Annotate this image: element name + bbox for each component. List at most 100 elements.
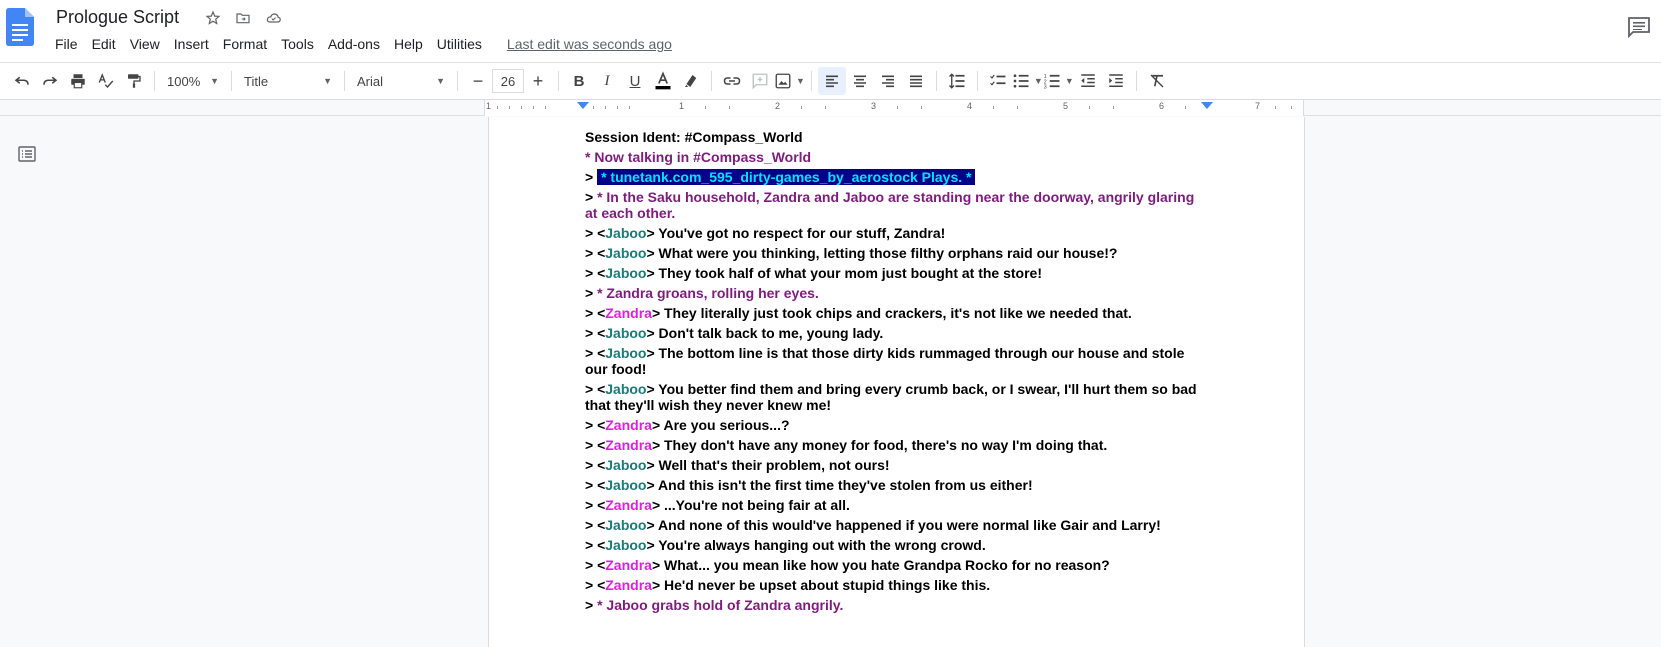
- line-text: > Are you serious...?: [651, 417, 790, 433]
- checklist-icon[interactable]: [984, 67, 1012, 95]
- align-left-icon[interactable]: [817, 67, 846, 95]
- toolbar-divider: [457, 71, 458, 91]
- insert-link-icon[interactable]: [718, 67, 746, 95]
- menu-view[interactable]: View: [123, 34, 167, 54]
- svg-text:3: 3: [1044, 85, 1047, 91]
- line-text: > What were you thinking, letting those …: [646, 245, 1118, 261]
- print-icon[interactable]: [64, 67, 92, 95]
- font-size-input[interactable]: 26: [492, 69, 524, 93]
- menu-utilities[interactable]: Utilities: [430, 34, 489, 54]
- decrease-indent-icon[interactable]: [1074, 67, 1102, 95]
- document-body[interactable]: Session Ident: #Compass_World * Now talki…: [585, 129, 1205, 617]
- toolbar-divider: [810, 71, 812, 91]
- menu-file[interactable]: File: [48, 34, 85, 54]
- line-spacing-icon[interactable]: [943, 67, 971, 95]
- clear-formatting-icon[interactable]: [1143, 67, 1171, 95]
- ruler-tick: [509, 106, 510, 109]
- ruler-tick: [729, 106, 730, 109]
- ruler-tick: [897, 106, 898, 109]
- align-justify-icon[interactable]: [902, 67, 930, 95]
- undo-icon[interactable]: [8, 67, 36, 95]
- speaker-name: Jaboo: [605, 325, 647, 341]
- speaker-name: Zandra: [605, 497, 652, 513]
- script-line: > * Zandra groans, rolling her eyes.: [585, 285, 1205, 301]
- increase-font-size-icon[interactable]: +: [524, 67, 552, 95]
- increase-indent-icon[interactable]: [1102, 67, 1130, 95]
- bold-icon[interactable]: B: [565, 67, 593, 95]
- highlight-color-icon[interactable]: [677, 67, 705, 95]
- line-text: > Don't talk back to me, young lady.: [646, 325, 884, 341]
- chevron-down-icon: ▼: [1064, 76, 1074, 86]
- script-line: > <Jaboo> And none of this would've happ…: [585, 517, 1205, 533]
- line-prefix: > <: [585, 517, 606, 533]
- ruler-tick: [605, 106, 606, 109]
- line-text: * Now talking in #Compass_World: [585, 149, 812, 165]
- ruler-tick: [993, 106, 994, 109]
- zoom-value: 100%: [167, 73, 201, 89]
- ruler-number: 2: [775, 101, 781, 111]
- script-line: Session Ident: #Compass_World: [585, 129, 1205, 145]
- comment-history-icon[interactable]: [1627, 16, 1651, 38]
- line-prefix: > <: [585, 265, 606, 281]
- ruler-tick: [497, 106, 498, 109]
- ruler-number: 1: [486, 101, 492, 111]
- right-indent-marker-icon[interactable]: [1201, 102, 1213, 109]
- last-edit-link[interactable]: Last edit was seconds ago: [507, 34, 672, 54]
- italic-icon[interactable]: I: [593, 67, 621, 95]
- document-outline-icon[interactable]: [18, 146, 36, 162]
- align-center-icon[interactable]: [846, 67, 874, 95]
- font-select[interactable]: Arial ▼: [351, 67, 451, 95]
- left-indent-marker-icon[interactable]: [577, 102, 589, 109]
- menu-help[interactable]: Help: [387, 34, 430, 54]
- line-prefix: > <: [585, 537, 606, 553]
- script-line: > <Jaboo> They took half of what your mo…: [585, 265, 1205, 281]
- document-title[interactable]: Prologue Script: [56, 7, 179, 28]
- ruler-tick: [1113, 106, 1114, 109]
- menu-edit[interactable]: Edit: [85, 34, 123, 54]
- ruler-tick: [521, 106, 522, 109]
- numbered-list-icon[interactable]: 1 2 3 ▼: [1043, 67, 1074, 95]
- spellcheck-icon[interactable]: [92, 67, 120, 95]
- zoom-select[interactable]: 100% ▼: [161, 67, 225, 95]
- ruler-tick: [545, 106, 546, 109]
- chevron-down-icon: ▼: [323, 76, 332, 86]
- line-prefix: > <: [585, 437, 606, 453]
- toolbar-divider: [935, 71, 937, 91]
- menu-bar: File Edit View Insert Format Tools Add-o…: [48, 34, 672, 54]
- ruler-number: 7: [1255, 101, 1261, 111]
- line-prefix: >: [585, 597, 598, 613]
- star-icon[interactable]: [204, 9, 222, 27]
- script-line: > <Zandra> What... you mean like how you…: [585, 557, 1205, 573]
- ruler-track[interactable]: 1 1 2 3 4 5 6 7: [484, 100, 1304, 116]
- ruler-tick: [825, 106, 826, 109]
- underline-icon[interactable]: U: [621, 67, 649, 95]
- align-right-icon[interactable]: [874, 67, 902, 95]
- menu-add-ons[interactable]: Add-ons: [321, 34, 387, 54]
- speaker-name: Jaboo: [605, 537, 647, 553]
- line-text: > They took half of what your mom just b…: [646, 265, 1042, 281]
- ruler-tick: [1275, 106, 1276, 109]
- script-line: > <Jaboo> And this isn't the first time …: [585, 477, 1205, 493]
- insert-image-icon[interactable]: ▼: [774, 67, 805, 95]
- menu-tools[interactable]: Tools: [274, 34, 321, 54]
- paint-format-icon[interactable]: [120, 67, 148, 95]
- add-comment-icon[interactable]: [746, 67, 774, 95]
- menu-insert[interactable]: Insert: [167, 34, 216, 54]
- redo-icon[interactable]: [36, 67, 64, 95]
- line-text: * Zandra groans, rolling her eyes.: [597, 285, 819, 301]
- line-text: > You better find them and bring every c…: [585, 381, 1197, 413]
- toolbar-divider: [1135, 71, 1137, 91]
- toolbar-divider: [976, 71, 978, 91]
- menu-format[interactable]: Format: [216, 34, 274, 54]
- move-folder-icon[interactable]: [234, 9, 252, 27]
- docs-logo-icon[interactable]: [6, 8, 34, 46]
- script-line: * Now talking in #Compass_World: [585, 149, 1205, 165]
- decrease-font-size-icon[interactable]: −: [464, 67, 492, 95]
- style-select[interactable]: Title ▼: [238, 67, 338, 95]
- bulleted-list-icon[interactable]: ▼: [1012, 67, 1043, 95]
- line-prefix: > <: [585, 457, 606, 473]
- script-line: > <Jaboo> You're always hanging out with…: [585, 537, 1205, 553]
- text-color-icon[interactable]: [649, 67, 677, 95]
- ruler-number: 3: [871, 101, 877, 111]
- cloud-status-icon[interactable]: [264, 9, 282, 27]
